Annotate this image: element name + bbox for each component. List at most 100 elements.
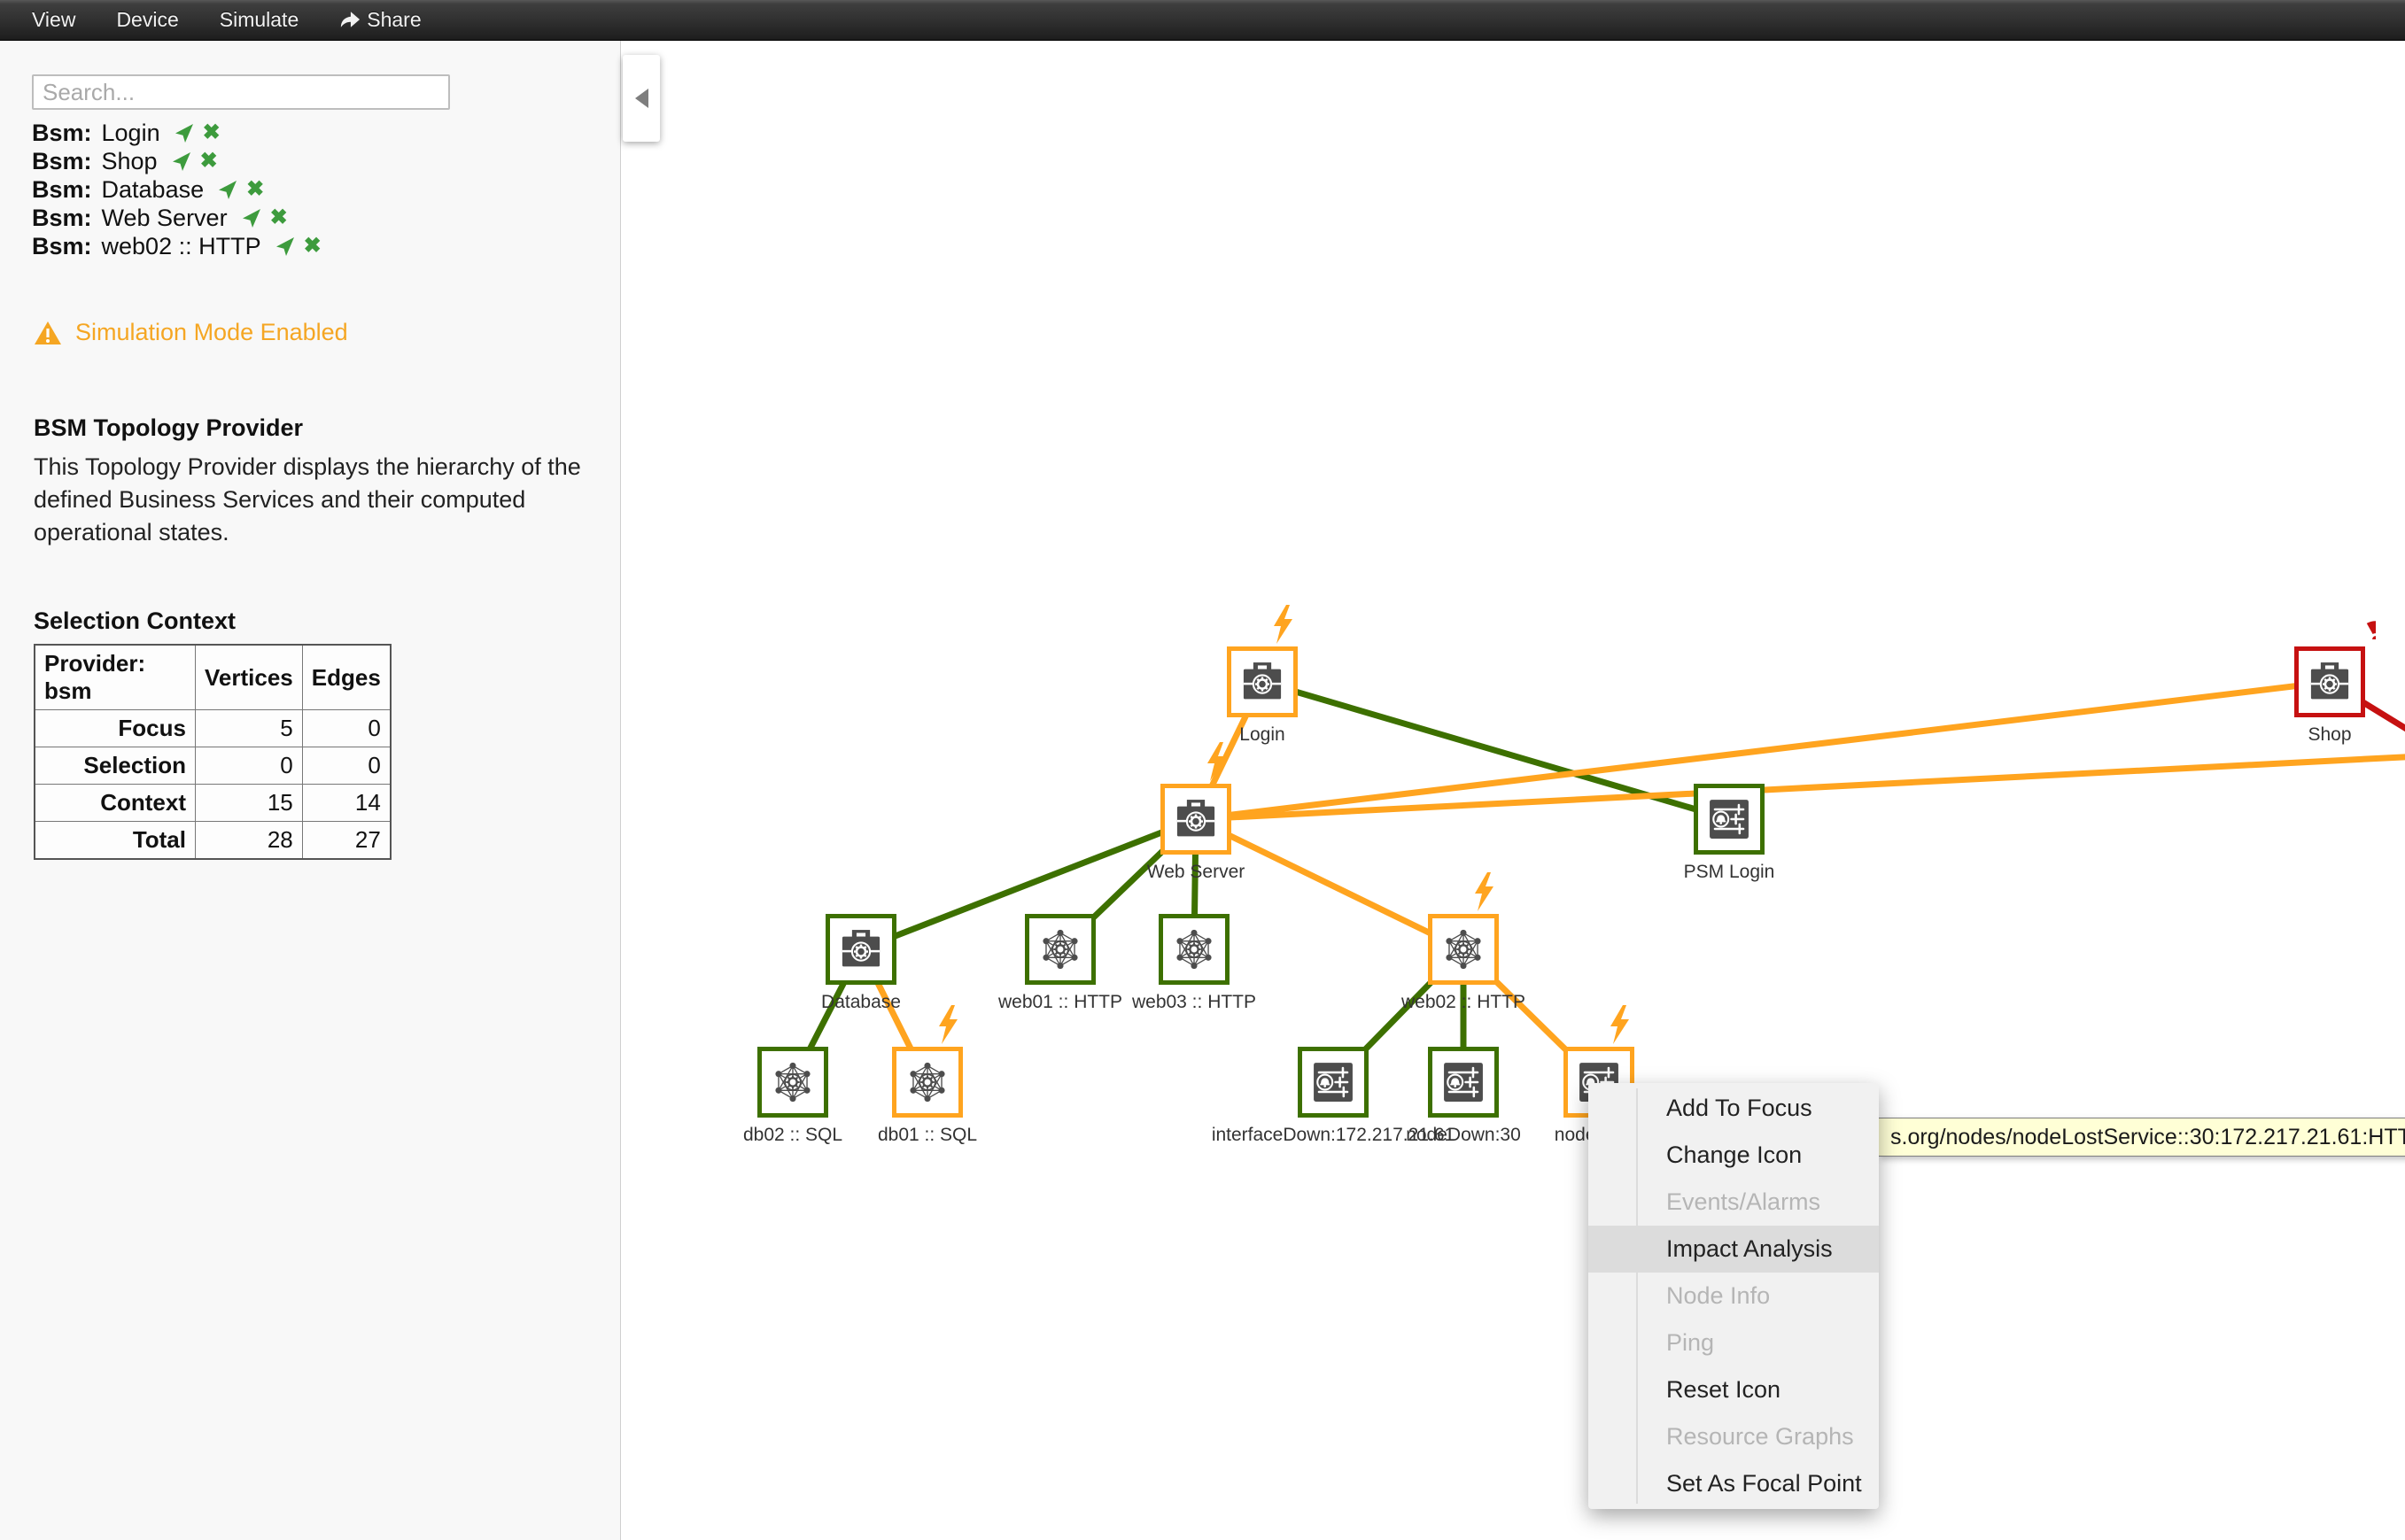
vertex-tooltip: s.org/nodes/nodeLostService::30:172.217.…	[1878, 1118, 2405, 1157]
briefcase-icon	[1172, 795, 1220, 843]
selection-context-block: Selection Context Provider: bsmVerticesE…	[34, 607, 392, 860]
menubar-item-share[interactable]: Share	[339, 8, 421, 32]
application-window: ViewDeviceSimulateShare Bsm:Login✖Bsm:Sh…	[0, 0, 2405, 1540]
menu-item-set-as-focal-point[interactable]: Set As Focal Point	[1588, 1460, 1879, 1507]
edges-value: 27	[302, 822, 391, 860]
sliders-icon	[1705, 795, 1753, 843]
briefcase-icon	[2306, 658, 2354, 706]
network-icon	[1439, 925, 1487, 973]
provider-description: This Topology Provider displays the hier…	[34, 451, 609, 549]
node-label-login: Login	[1239, 724, 1284, 746]
menu-item-node-info: Node Info	[1588, 1273, 1879, 1319]
row-label: Selection	[35, 747, 196, 785]
edges-value: 0	[302, 747, 391, 785]
share-arrow-icon	[339, 11, 361, 29]
column-header-provider-bsm: Provider: bsm	[35, 645, 196, 710]
menu-item-impact-analysis[interactable]: Impact Analysis	[1588, 1226, 1879, 1273]
node-database[interactable]	[826, 914, 896, 985]
menu-item-label: Ping	[1666, 1329, 1714, 1357]
node-login[interactable]	[1227, 646, 1298, 717]
table-row: Selection00	[35, 747, 391, 785]
network-icon	[904, 1058, 951, 1106]
network-icon	[1036, 925, 1084, 973]
node-web-server[interactable]	[1160, 784, 1231, 855]
menubar-item-view[interactable]: View	[32, 8, 75, 32]
selection-context-title: Selection Context	[34, 607, 392, 635]
menu-item-label: Events/Alarms	[1666, 1188, 1820, 1216]
vertices-value: 5	[196, 710, 303, 747]
node-shop[interactable]	[2294, 646, 2365, 717]
lightning-icon	[1203, 741, 1230, 782]
menu-item-label: Add To Focus	[1666, 1095, 1812, 1122]
menubar-item-simulate[interactable]: Simulate	[220, 8, 299, 32]
table-row: Total2827	[35, 822, 391, 860]
node-web03[interactable]	[1159, 914, 1230, 985]
node-label-web03: web03 :: HTTP	[1132, 992, 1256, 1013]
node-web01[interactable]	[1025, 914, 1096, 985]
remove-icon[interactable]: ✖	[304, 236, 322, 257]
node-db02[interactable]	[757, 1047, 828, 1118]
menu-item-change-icon[interactable]: Change Icon	[1588, 1132, 1879, 1179]
node-label-shop: Shop	[2308, 724, 2351, 746]
node-web02[interactable]	[1428, 914, 1499, 985]
sidebar-panel: Bsm:Login✖Bsm:Shop✖Bsm:Database✖Bsm:Web …	[0, 41, 621, 1540]
briefcase-icon	[1238, 658, 1286, 706]
node-interface-down[interactable]	[1298, 1047, 1369, 1118]
chevron-left-icon	[635, 89, 648, 108]
focus-item-name: web02 :: HTTP	[102, 233, 261, 260]
lightning-icon	[935, 1004, 961, 1045]
vertices-value: 28	[196, 822, 303, 860]
remove-icon[interactable]: ✖	[246, 179, 264, 200]
remove-icon[interactable]: ✖	[270, 207, 288, 228]
node-label-database: Database	[821, 992, 901, 1013]
focus-item-prefix: Bsm:	[32, 205, 92, 232]
column-header-vertices: Vertices	[196, 645, 303, 710]
table-row: Context1514	[35, 785, 391, 822]
focus-item-prefix: Bsm:	[32, 148, 92, 175]
remove-icon[interactable]: ✖	[203, 122, 221, 143]
menu-item-label: Set As Focal Point	[1666, 1470, 1862, 1497]
sidebar-collapse-button[interactable]	[623, 55, 660, 142]
node-label-node-down: nodeDown:30	[1406, 1125, 1521, 1146]
focus-item-prefix: Bsm:	[32, 120, 92, 147]
menu-item-reset-icon[interactable]: Reset Icon	[1588, 1366, 1879, 1413]
focus-item-name: Login	[102, 120, 160, 147]
radiation-icon	[2339, 602, 2376, 639]
focus-item-login: Bsm: Login ✖	[32, 119, 322, 147]
menubar-item-device[interactable]: Device	[116, 8, 178, 32]
node-psm-login[interactable]	[1694, 784, 1765, 855]
network-icon	[769, 1058, 817, 1106]
edges-value: 0	[302, 710, 391, 747]
simulation-mode-label: Simulation Mode Enabled	[75, 319, 348, 346]
menubar: View Device Simulate Share	[0, 0, 2405, 41]
simulation-mode-notice: Simulation Mode Enabled	[34, 319, 348, 346]
focus-item-shop: Bsm:Shop✖	[32, 147, 322, 175]
locate-icon[interactable]	[241, 207, 262, 228]
locate-icon[interactable]	[174, 122, 195, 143]
menu-item-label: Resource Graphs	[1666, 1423, 1854, 1451]
vertices-value: 0	[196, 747, 303, 785]
locate-icon[interactable]	[171, 151, 192, 172]
menu-item-resource-graphs: Resource Graphs	[1588, 1413, 1879, 1460]
topology-canvas	[622, 41, 2405, 1540]
menu-item-label: Impact Analysis	[1666, 1235, 1833, 1263]
node-label-web02: web02 :: HTTP	[1401, 992, 1525, 1013]
lightning-icon	[1269, 604, 1296, 645]
menubar-item-label: Simulate	[220, 8, 299, 32]
vertices-value: 15	[196, 785, 303, 822]
remove-icon[interactable]: ✖	[200, 151, 218, 172]
menu-item-ping: Ping	[1588, 1319, 1879, 1366]
search-input[interactable]	[32, 74, 450, 110]
locate-icon[interactable]	[217, 179, 238, 200]
locate-icon[interactable]	[275, 236, 296, 257]
lightning-icon	[1470, 871, 1497, 912]
focus-item-list: Bsm:Login✖Bsm:Shop✖Bsm:Database✖Bsm:Web …	[32, 119, 322, 260]
menu-item-add-to-focus[interactable]: Add To Focus	[1588, 1085, 1879, 1132]
node-node-down[interactable]	[1428, 1047, 1499, 1118]
menu-item-label: Change Icon	[1666, 1141, 1802, 1169]
focus-item-prefix: Bsm:	[32, 176, 92, 204]
provider-description-block: BSM Topology Provider This Topology Prov…	[34, 414, 609, 549]
node-db01[interactable]	[892, 1047, 963, 1118]
menubar-item-label: View	[32, 8, 75, 32]
provider-title: BSM Topology Provider	[34, 414, 609, 442]
